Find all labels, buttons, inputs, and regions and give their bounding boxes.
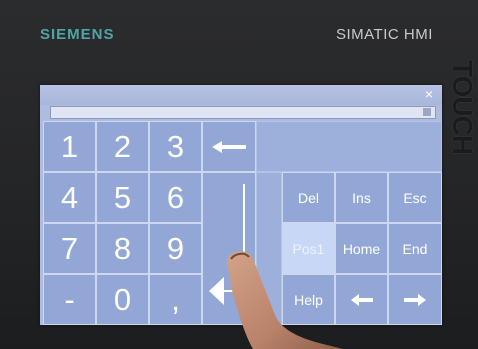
hmi-screen: × 1 2 3 4 5 6 7 8 9 - 0 , Del Ins Esc Po… [40, 85, 442, 325]
del-key[interactable]: Del [282, 172, 335, 223]
brand-logo: SIEMENS [40, 26, 115, 43]
key-8[interactable]: 8 [96, 223, 149, 274]
enter-arrow-icon [209, 183, 245, 305]
help-key[interactable]: Help [282, 274, 335, 325]
touch-label: TOUCH [447, 60, 478, 155]
arrow-left-icon [350, 293, 373, 306]
arrow-right-icon [404, 293, 426, 306]
dialog-titlebar: × [40, 85, 442, 105]
hmi-bezel: SIEMENS SIMATIC HMI TOUCH × 1 2 3 4 5 6 … [0, 0, 478, 349]
home-key[interactable]: Home [335, 223, 388, 274]
key-4[interactable]: 4 [43, 172, 96, 223]
key-3[interactable]: 3 [149, 121, 202, 172]
close-icon[interactable]: × [422, 87, 436, 101]
cursor-right-key[interactable] [388, 274, 442, 325]
keyboard-blank-area [256, 121, 442, 172]
key-minus[interactable]: - [43, 274, 96, 325]
entry-scroll-icon [423, 108, 431, 116]
key-comma[interactable]: , [149, 274, 202, 325]
end-key[interactable]: End [388, 223, 442, 274]
key-5[interactable]: 5 [96, 172, 149, 223]
key-6[interactable]: 6 [149, 172, 202, 223]
cursor-left-key[interactable] [335, 274, 388, 325]
pos1-key[interactable]: Pos1 [282, 223, 335, 274]
esc-key[interactable]: Esc [388, 172, 442, 223]
key-1[interactable]: 1 [43, 121, 96, 172]
enter-key[interactable] [202, 172, 256, 325]
key-7[interactable]: 7 [43, 223, 96, 274]
arrow-left-icon [212, 140, 246, 153]
value-entry-field[interactable] [50, 106, 436, 119]
model-label: SIMATIC HMI [336, 26, 433, 43]
screen-keyboard: 1 2 3 4 5 6 7 8 9 - 0 , Del Ins Esc Pos1… [40, 121, 442, 325]
keyboard-spacer [256, 172, 282, 325]
backspace-key[interactable] [202, 121, 256, 172]
ins-key[interactable]: Ins [335, 172, 388, 223]
key-2[interactable]: 2 [96, 121, 149, 172]
key-9[interactable]: 9 [149, 223, 202, 274]
key-0[interactable]: 0 [96, 274, 149, 325]
